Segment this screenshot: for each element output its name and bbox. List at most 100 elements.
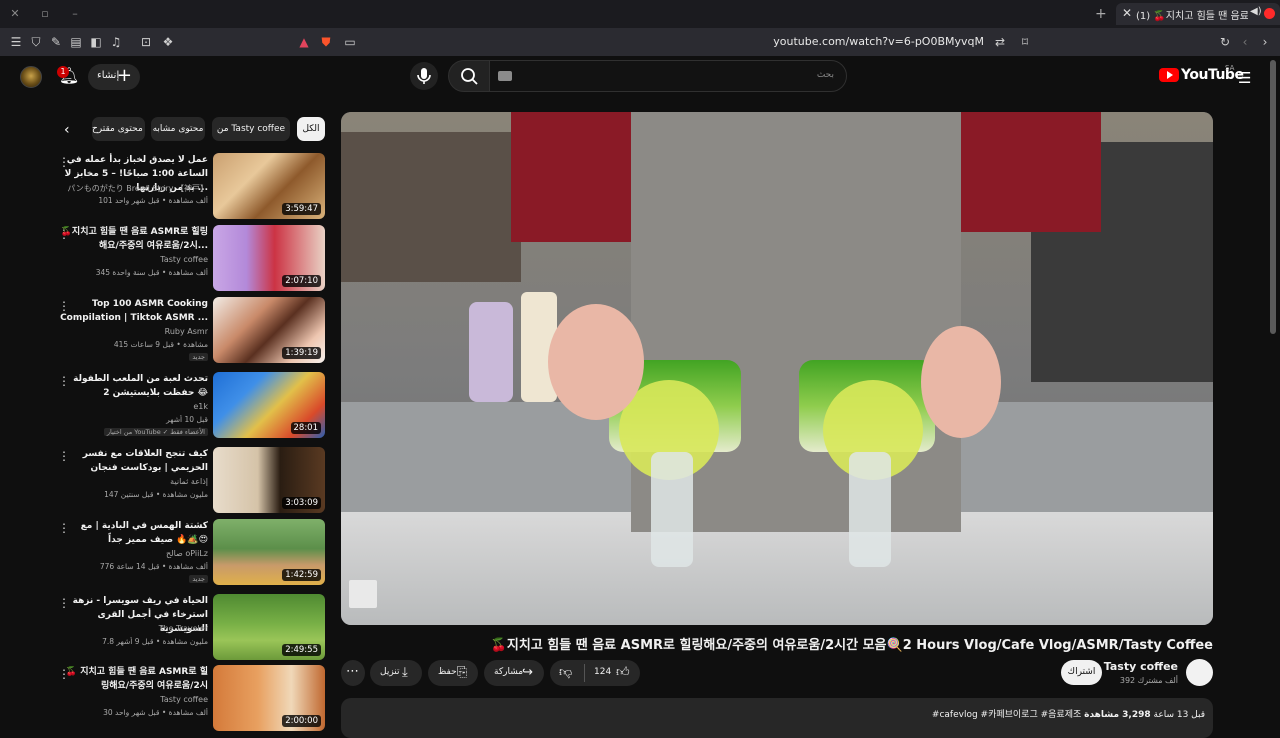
search-button[interactable] [448,60,490,92]
video-title[interactable]: تحدث لعبة من الملعب الطفولة حفظت بلايستي… [60,372,208,400]
audio-playing-icon[interactable]: ◀) [1250,6,1262,17]
description-box[interactable]: #cafevlog #카페브이로그 #음료제조 قبل 13 ساعة 3,29… [341,698,1213,738]
video-thumbnail[interactable]: 3:03:09 [213,447,325,513]
region-code: SA [1225,64,1235,72]
video-meta: 345 ألف مشاهدة • قبل سنة واحدة [95,268,208,277]
list-item[interactable]: 1:39:19 ⋮ Top 100 ASMR Cooking Compilati… [40,297,330,365]
reload-icon[interactable]: ↻ [1217,34,1233,50]
channel-name[interactable]: Tasty coffee [60,255,208,264]
create-label: إنشاء [97,70,120,81]
channel-name[interactable]: إذاعة ثمانية [60,477,208,486]
like-count: 124 [594,667,612,677]
video-meta: 415 مشاهدة • قبل 9 ساعات [113,340,208,349]
notification-count-badge: 1 [57,66,69,78]
video-thumbnail[interactable]: 3:59:47 [213,153,325,219]
view-count: 3,298 مشاهدة [1084,710,1151,720]
dislike-icon[interactable]: 👎︎ [559,665,572,680]
list-item[interactable]: 28:01 ⋮ تحدث لعبة من الملعب الطفولة حفظت… [40,372,330,440]
channel-name[interactable]: Tasty coffee [60,695,208,704]
bookmark-icon[interactable]: ⌑ [1017,34,1033,50]
video-thumbnail[interactable]: 2:00:00 [213,665,325,731]
extensions-icon[interactable]: ❖ [160,34,176,50]
list-item[interactable]: 1:42:59 ⋮ كشتة الهمس في البادية | مع صيف… [40,519,330,587]
back-icon[interactable]: ‹ [1237,34,1253,50]
page-scrollbar[interactable] [1270,60,1276,334]
chip-recommended[interactable]: محتوى مقترح [92,117,145,141]
members-badge: من اختيار YouTube ✓ الأعضاء فقط [103,428,208,436]
video-duration: 2:49:55 [282,644,321,656]
guide-menu-icon[interactable]: ☰ [1238,69,1251,87]
download-label: تنزيل [380,667,400,677]
channel-name[interactable]: Ruby Asmr [60,327,208,336]
video-meta: 147 مليون مشاهدة • قبل سنتين [104,490,208,499]
chip-from-channel[interactable]: من Tasty coffee [212,117,290,141]
video-thumbnail[interactable]: 28:01 [213,372,325,438]
puzzle-icon[interactable]: ✎ [48,34,64,50]
channel-name[interactable]: パンものがたり Bread Story 【神戸】 [60,183,208,194]
subscribe-button[interactable]: اشتراك [1061,660,1102,685]
list-item[interactable]: 3:03:09 ⋮ كيف تنجح العلاقات مع نفسر الحز… [40,447,330,515]
browser-tab-youtube[interactable]: ✕ (1) 🍒지치고 힘들 땐 음료 ASMR ◀) [1116,3,1280,25]
create-button[interactable]: إنشاء + [88,64,140,90]
video-title[interactable]: 🍒지치고 힘들 땐 음료 ASMR로 힐링해요/주중의 여유로움/2시... [60,225,208,253]
like-icon[interactable]: 👍︎ [616,665,630,680]
voice-search-button[interactable] [410,62,438,90]
close-window-icon[interactable]: ✕ [8,7,22,21]
download-button[interactable]: تنزيل ⤓ [370,660,422,686]
share-icon: ↪ [522,665,533,680]
tabs-icon[interactable]: ▤ [68,34,84,50]
more-actions-button[interactable]: ⋯ [341,660,365,686]
list-item[interactable]: 2:07:10 ⋮ 🍒지치고 힘들 땐 음료 ASMR로 힐링해요/주중의 여유… [40,225,330,293]
list-item[interactable]: 2:00:00 ⋮ 🍒 지치고 힘들 땐 음료 ASMR로 힐링해요/주중의 여… [40,665,330,733]
like-divider [584,664,585,682]
channel-avatar[interactable] [1186,659,1213,686]
video-title[interactable]: كيف تنجح العلاقات مع نفسر الحزيمي | بودك… [60,447,208,475]
address-bar[interactable]: youtube.com/watch?v=6-pO0BMyvqM [290,31,1040,53]
url-text[interactable]: youtube.com/watch?v=6-pO0BMyvqM [773,35,984,48]
youtube-logo[interactable]: YouTube SA [1159,64,1244,87]
sidebar-icon[interactable]: ◧ [88,34,104,50]
video-meta: 101 ألف مشاهدة • قبل شهر واحد [98,196,208,205]
new-tab-icon[interactable]: + [1095,6,1107,22]
video-thumbnail[interactable]: 2:49:55 [213,594,325,660]
keyboard-icon[interactable] [498,71,512,81]
video-meta: 7.8 مليون مشاهدة • قبل 9 أشهر [102,637,208,646]
maximize-window-icon[interactable]: ▫ [38,7,52,21]
video-title[interactable]: كشتة الهمس في البادية | مع صيف مميز جداً… [60,519,208,547]
youtube-favicon-icon [1264,8,1275,19]
forward-icon[interactable]: › [1257,34,1273,50]
screenshot-icon[interactable]: ⊡ [138,34,154,50]
video-thumbnail[interactable]: 1:39:19 [213,297,325,363]
video-thumbnail[interactable]: 1:42:59 [213,519,325,585]
video-thumbnail[interactable]: 2:07:10 [213,225,325,291]
save-label: حفظ [438,667,457,677]
channel-name[interactable]: e1k [60,402,208,411]
save-button[interactable]: حفظ ⎘ [428,660,478,686]
new-badge: جديد [189,575,208,583]
close-tab-icon[interactable]: ✕ [1122,6,1132,20]
list-item[interactable]: 2:49:55 ⋮ الحياة في ريف سويسرا - نزهة اس… [40,594,330,662]
plus-icon: + [116,65,132,86]
menu-icon[interactable]: ☰ [8,34,24,50]
music-icon[interactable]: ♫ [108,34,124,50]
video-duration: 2:07:10 [282,275,321,287]
search-input[interactable]: بحث [489,60,847,92]
list-item[interactable]: 3:59:47 ⋮ عمل لا يصدق لخباز بدأ عمله في … [40,153,330,221]
microphone-icon [417,68,431,84]
video-title[interactable]: Top 100 ASMR Cooking Compilation | Tikto… [60,297,208,325]
share-label: مشاركة [494,667,524,677]
channel-watermark-icon[interactable] [349,580,377,608]
search-icon [461,68,478,85]
chip-related[interactable]: محتوى مشابه [151,117,205,141]
translate-icon[interactable]: ⇄ [992,34,1008,50]
minimize-window-icon[interactable]: – [68,7,82,21]
shield-icon[interactable]: ⛉ [28,34,44,50]
channel-name[interactable]: صالح oPiiLz [60,549,208,558]
hashtags[interactable]: #cafevlog #카페브이로그 #음료제조 [932,710,1081,720]
share-button[interactable]: مشاركة ↪ [484,660,544,686]
video-player[interactable] [341,112,1213,625]
chip-all[interactable]: الكل [297,117,325,141]
video-title[interactable]: 🍒 지치고 힘들 땐 음료 ASMR로 힐링해요/주중의 여유로움/2시 [60,665,208,693]
channel-name[interactable]: The Traveler [60,624,208,633]
account-avatar[interactable] [20,66,42,88]
